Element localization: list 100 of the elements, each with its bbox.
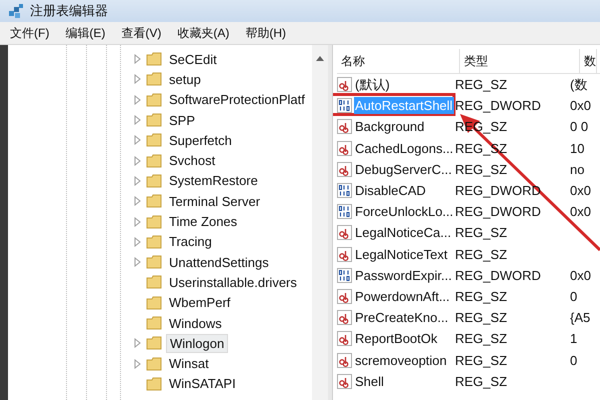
value-name[interactable]: PowerdownAft... xyxy=(354,288,451,305)
value-data: {A5 xyxy=(570,310,590,326)
expand-arrow-icon[interactable] xyxy=(134,257,142,268)
tree-item[interactable]: WbemPerf xyxy=(166,294,234,312)
expand-arrow-icon[interactable] xyxy=(134,135,142,146)
value-type: REG_DWORD xyxy=(455,268,542,283)
value-data: (数 xyxy=(570,76,588,94)
expand-arrow-icon[interactable] xyxy=(134,54,142,64)
value-type: REG_DWORD xyxy=(455,98,542,114)
menu-item[interactable]: 收藏夹(A) xyxy=(177,24,230,42)
tree-item[interactable]: SystemRestore xyxy=(166,172,261,190)
string-value-icon xyxy=(337,352,352,368)
tree-item[interactable]: UnattendSettings xyxy=(166,254,272,271)
folder-icon xyxy=(146,72,162,86)
string-value-icon xyxy=(337,225,352,240)
folder-icon xyxy=(146,336,162,350)
value-name[interactable]: Background xyxy=(354,118,426,136)
value-name[interactable]: ReportBootOk xyxy=(354,330,438,348)
value-data: 0 0 xyxy=(570,119,588,134)
expand-arrow-icon[interactable] xyxy=(134,216,142,227)
menu-item[interactable]: 帮助(H) xyxy=(245,24,286,42)
scrollbar[interactable] xyxy=(312,45,328,400)
expand-arrow-icon[interactable] xyxy=(134,176,142,186)
folder-icon xyxy=(146,92,162,107)
value-name[interactable]: CachedLogons... xyxy=(354,140,454,157)
scroll-up-arrow-icon[interactable] xyxy=(316,55,324,61)
value-type: REG_SZ xyxy=(455,288,508,304)
value-data: 0 xyxy=(570,288,578,304)
tree-item[interactable]: Windows xyxy=(166,314,225,332)
value-type: REG_SZ xyxy=(455,225,508,240)
value-type: REG_SZ xyxy=(455,310,508,326)
value-type: REG_SZ xyxy=(455,162,508,177)
folder-icon xyxy=(146,234,162,249)
folder-icon xyxy=(146,316,162,330)
value-name[interactable]: LegalNoticeText xyxy=(354,246,448,263)
column-header[interactable]: 名称 xyxy=(337,49,460,73)
tree-item[interactable]: SPP xyxy=(166,112,198,129)
tree-item[interactable]: Superfetch xyxy=(166,132,235,149)
folder-icon xyxy=(146,52,162,66)
value-name[interactable]: scremoveoption xyxy=(354,352,448,369)
string-value-icon xyxy=(337,331,352,346)
value-data: 0x0 xyxy=(570,183,591,198)
string-value-icon xyxy=(337,119,352,134)
tree-item[interactable]: Time Zones xyxy=(166,213,240,230)
expand-arrow-icon[interactable] xyxy=(134,94,142,105)
value-name[interactable]: DisableCAD xyxy=(354,182,427,200)
tree-item[interactable]: Svchost xyxy=(166,152,218,170)
string-value-icon xyxy=(337,310,352,326)
value-data: 0x0 xyxy=(570,204,591,220)
menu-item[interactable]: 查看(V) xyxy=(121,24,162,42)
folder-icon xyxy=(146,255,162,270)
value-name[interactable]: PreCreateKno... xyxy=(354,309,450,326)
binary-value-icon xyxy=(337,98,352,114)
value-name[interactable]: DebugServerC... xyxy=(354,160,453,178)
value-data: 0x0 xyxy=(570,268,591,283)
tree-item[interactable]: SeCEdit xyxy=(166,50,220,68)
expand-arrow-icon[interactable] xyxy=(134,338,142,348)
folder-icon xyxy=(146,133,162,148)
expand-arrow-icon[interactable] xyxy=(134,358,142,369)
tree-item[interactable]: Winlogon xyxy=(166,334,228,353)
tree-item[interactable]: Tracing xyxy=(166,233,215,250)
tree-item[interactable]: WinSATAPI xyxy=(166,375,239,392)
value-data: no xyxy=(570,162,584,177)
value-type: REG_SZ xyxy=(455,77,508,92)
folder-icon xyxy=(146,194,162,208)
value-name[interactable]: Shell xyxy=(354,372,385,390)
folder-icon xyxy=(146,356,162,371)
tree-item[interactable]: Userinstallable.drivers xyxy=(166,274,300,291)
window-title: 注册表编辑器 xyxy=(30,2,108,20)
binary-value-icon xyxy=(337,183,352,198)
column-header[interactable]: 数 xyxy=(580,49,597,73)
value-type: REG_DWORD xyxy=(455,204,542,220)
folder-icon xyxy=(146,296,162,310)
menu-item[interactable]: 文件(F) xyxy=(10,24,50,42)
value-data: 0 xyxy=(570,352,578,368)
value-data: 0x0 xyxy=(570,98,591,114)
string-value-icon xyxy=(337,374,352,389)
value-name[interactable]: ForceUnlockLo... xyxy=(354,203,454,220)
expand-arrow-icon[interactable] xyxy=(134,115,142,126)
value-name[interactable]: PasswordExpir... xyxy=(354,266,453,284)
value-name[interactable]: LegalNoticeCa... xyxy=(354,224,452,242)
tree-item[interactable]: setup xyxy=(166,70,204,88)
folder-icon xyxy=(146,214,162,229)
binary-value-icon xyxy=(337,268,352,283)
value-data: 1 xyxy=(570,331,578,346)
tree-item[interactable]: Winsat xyxy=(166,355,212,372)
folder-icon xyxy=(146,113,162,128)
folder-icon xyxy=(146,275,162,290)
string-value-icon xyxy=(337,77,352,92)
tree-item[interactable]: SoftwareProtectionPlatf xyxy=(166,91,308,108)
expand-arrow-icon[interactable] xyxy=(134,156,142,166)
value-name[interactable]: (默认) xyxy=(354,74,391,95)
column-header[interactable]: 类型 xyxy=(460,49,580,73)
expand-arrow-icon[interactable] xyxy=(134,74,142,84)
tree-item[interactable]: Terminal Server xyxy=(166,192,264,210)
menu-item[interactable]: 编辑(E) xyxy=(65,24,106,42)
expand-arrow-icon[interactable] xyxy=(134,196,142,206)
value-data: 10 xyxy=(570,140,584,156)
registry-cubes-icon xyxy=(8,3,24,19)
expand-arrow-icon[interactable] xyxy=(134,236,142,247)
